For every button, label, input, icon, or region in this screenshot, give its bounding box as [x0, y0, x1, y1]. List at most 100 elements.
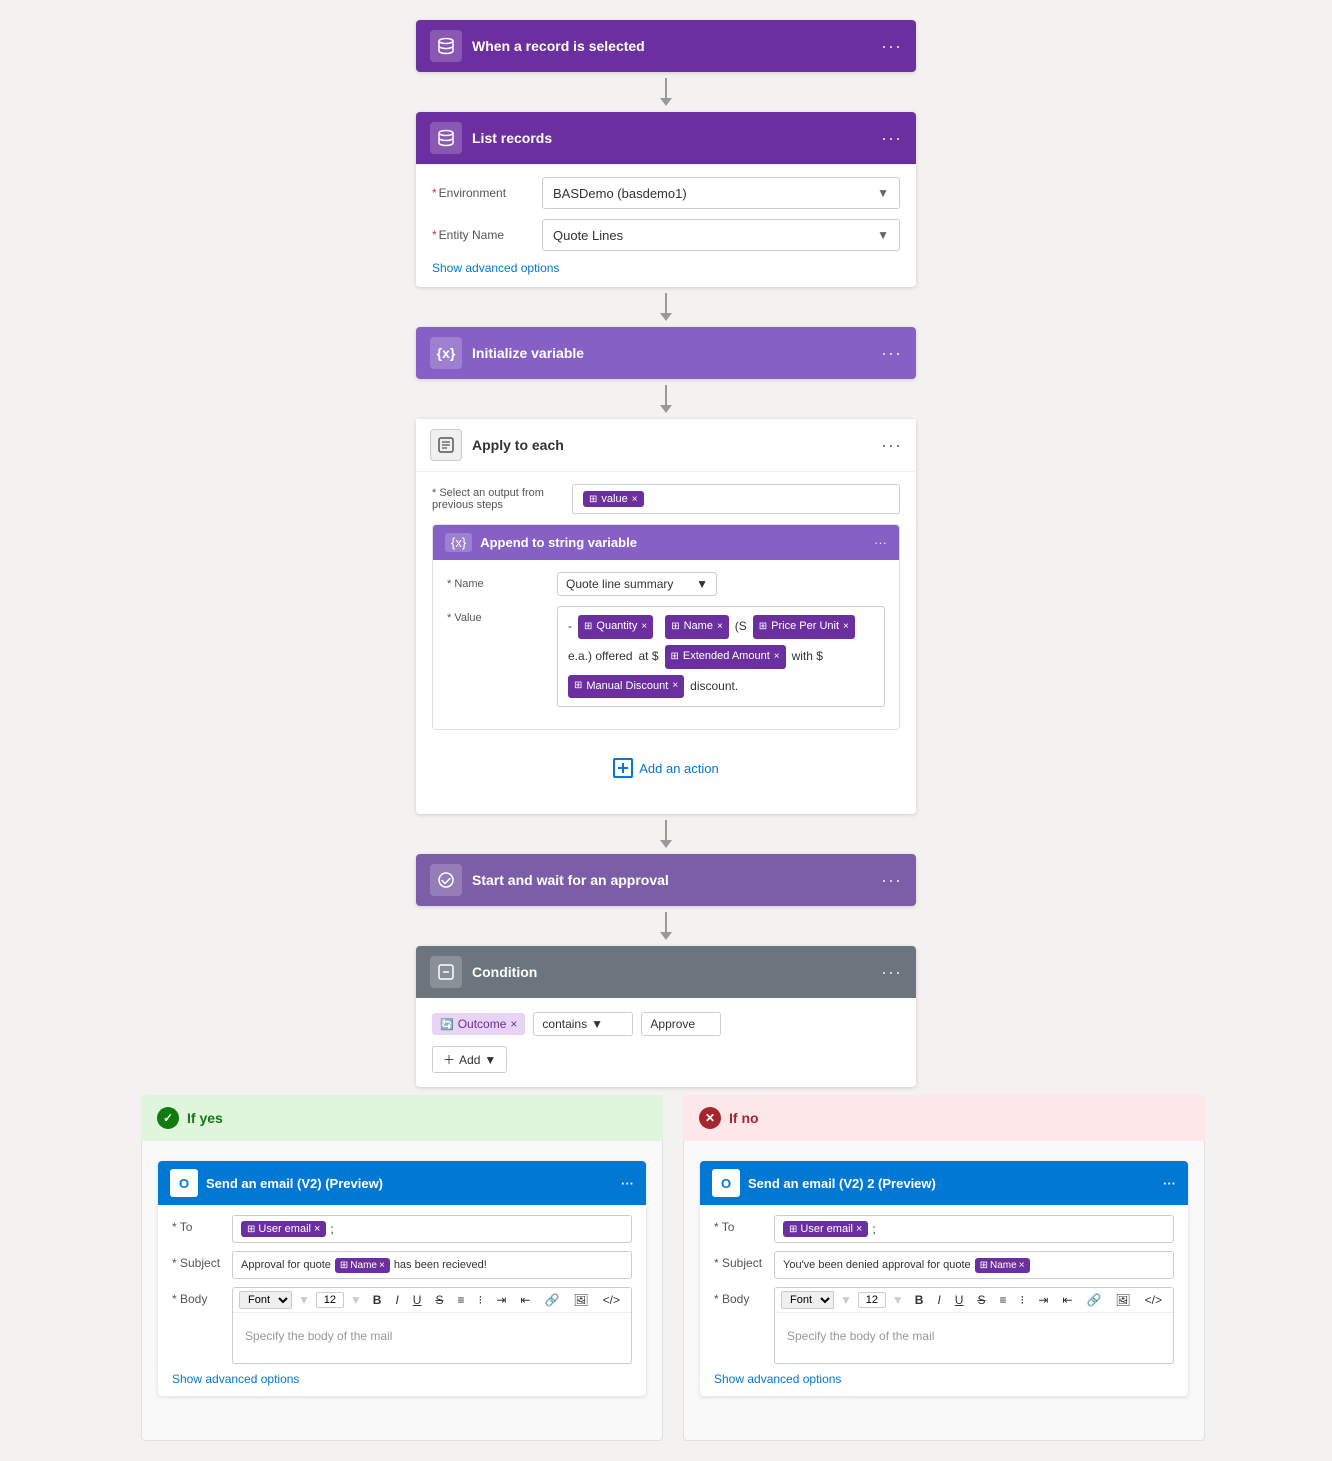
email-yes-icon: O — [170, 1169, 198, 1197]
bold-btn-yes[interactable]: B — [368, 1291, 387, 1309]
add-condition-button[interactable]: ＋ Add ▼ — [432, 1046, 507, 1073]
bullet-btn-yes[interactable]: ≡ — [452, 1291, 469, 1309]
outcome-chip-close[interactable]: × — [510, 1017, 517, 1031]
condition-menu[interactable]: ··· — [881, 962, 902, 983]
operator-arrow: ▼ — [591, 1017, 603, 1031]
trigger-title: When a record is selected — [472, 38, 881, 54]
add-action-icon — [613, 758, 633, 778]
environment-dropdown[interactable]: BASDemo (basdemo1) ▼ — [542, 177, 900, 209]
subject-field-yes[interactable]: Approval for quote ⊞ Name × has been rec… — [232, 1251, 632, 1279]
to-field-no[interactable]: ⊞ User email × ; — [774, 1215, 1174, 1243]
entity-dropdown-arrow: ▼ — [877, 228, 889, 242]
no-label: If no — [729, 1110, 759, 1126]
underline-btn-no[interactable]: U — [950, 1291, 969, 1309]
user-email-close-no[interactable]: × — [856, 1223, 862, 1235]
subject-field-no[interactable]: You've been denied approval for quote ⊞ … — [774, 1251, 1174, 1279]
append-icon: {x} — [445, 533, 472, 552]
strikethrough-btn-yes[interactable]: S — [430, 1291, 448, 1309]
show-advanced-no[interactable]: Show advanced options — [714, 1372, 1174, 1386]
indent-btn-yes[interactable]: ⇥ — [491, 1291, 511, 1309]
code-btn-no[interactable]: </> — [1140, 1291, 1167, 1309]
numbered-btn-yes[interactable]: ⁝ — [474, 1291, 488, 1309]
body-label-yes: * Body — [172, 1287, 232, 1306]
apply-each-title: Apply to each — [472, 437, 881, 453]
apply-each-container: Apply to each ··· * Select an output fro… — [416, 419, 916, 814]
underline-btn-yes[interactable]: U — [408, 1291, 427, 1309]
outdent-btn-yes[interactable]: ⇤ — [515, 1291, 535, 1309]
add-dropdown-arrow: ▼ — [484, 1053, 496, 1067]
operator-select[interactable]: contains ▼ — [533, 1012, 633, 1036]
img-btn-no[interactable]: 🖼 — [1110, 1291, 1135, 1309]
font-select-yes[interactable]: Font — [239, 1291, 292, 1309]
email-yes-card: O Send an email (V2) (Preview) ··· * To … — [158, 1161, 646, 1396]
arrow-5 — [660, 912, 672, 940]
name-dropdown[interactable]: Quote line summary ▼ — [557, 572, 717, 596]
user-email-chip-yes: ⊞ User email × — [241, 1221, 326, 1237]
value-chip-close[interactable]: × — [632, 494, 638, 505]
add-action-button[interactable]: Add an action — [613, 758, 719, 778]
approval-card: Start and wait for an approval ··· — [416, 854, 916, 906]
show-advanced-link[interactable]: Show advanced options — [432, 261, 900, 275]
condition-icon — [430, 956, 462, 988]
body-area-no[interactable]: Specify the body of the mail — [775, 1313, 1173, 1363]
link-btn-no[interactable]: 🔗 — [1081, 1291, 1106, 1309]
email-yes-menu[interactable]: ··· — [621, 1176, 634, 1191]
list-records-icon — [430, 122, 462, 154]
select-output-label: * Select an output from previous steps — [432, 487, 572, 511]
italic-btn-no[interactable]: I — [932, 1291, 945, 1309]
indent-btn-no[interactable]: ⇥ — [1033, 1291, 1053, 1309]
condition-card: Condition ··· 🔄 Outcome × contains ▼ App… — [416, 946, 916, 1087]
condition-title: Condition — [472, 964, 881, 980]
value-field[interactable]: - ⊞Quantity× ⊞Name× (S ⊞Price Per Unit× … — [557, 606, 885, 707]
toolbar-yes: Font ▼ ▼ B I U S ≡ — [233, 1288, 631, 1313]
user-email-close-yes[interactable]: × — [314, 1223, 320, 1235]
add-icon: ＋ — [443, 1051, 455, 1068]
entity-label: *Entity Name — [432, 228, 542, 242]
condition-value-input[interactable]: Approve — [641, 1012, 721, 1036]
font-size-no[interactable] — [858, 1292, 886, 1308]
outdent-btn-no[interactable]: ⇤ — [1057, 1291, 1077, 1309]
list-records-card: List records ··· *Environment BASDemo (b… — [416, 112, 916, 287]
show-advanced-yes[interactable]: Show advanced options — [172, 1372, 632, 1386]
append-menu[interactable]: ··· — [874, 535, 887, 550]
arrow-2 — [660, 293, 672, 321]
value-chip-icon: ⊞ — [589, 494, 597, 505]
numbered-btn-no[interactable]: ⁝ — [1016, 1291, 1030, 1309]
append-title: Append to string variable — [480, 535, 874, 550]
bullet-btn-no[interactable]: ≡ — [994, 1291, 1011, 1309]
strikethrough-btn-no[interactable]: S — [972, 1291, 990, 1309]
apply-each-menu[interactable]: ··· — [881, 435, 902, 456]
subject-name-chip-no: ⊞ Name × — [975, 1258, 1030, 1273]
approval-menu[interactable]: ··· — [881, 870, 902, 891]
bold-btn-no[interactable]: B — [910, 1291, 929, 1309]
list-records-title: List records — [472, 130, 881, 146]
to-field-yes[interactable]: ⊞ User email × ; — [232, 1215, 632, 1243]
link-btn-yes[interactable]: 🔗 — [539, 1291, 564, 1309]
body-area-yes[interactable]: Specify the body of the mail — [233, 1313, 631, 1363]
yes-branch: ✓ If yes O Send an email (V2) (Preview) … — [141, 1095, 663, 1441]
outcome-chip: 🔄 Outcome × — [432, 1013, 525, 1035]
yes-icon: ✓ — [157, 1107, 179, 1129]
name-label: * Name — [447, 578, 557, 590]
value-chip: ⊞ value × — [583, 491, 644, 507]
to-label-yes: * To — [172, 1215, 232, 1234]
init-var-title: Initialize variable — [472, 345, 881, 361]
trigger-menu[interactable]: ··· — [881, 36, 902, 57]
img-btn-yes[interactable]: 🖼 — [568, 1291, 593, 1309]
trigger-card: When a record is selected ··· — [416, 20, 916, 72]
manual-discount-chip: ⊞Manual Discount× — [568, 675, 684, 699]
approval-title: Start and wait for an approval — [472, 872, 881, 888]
email-no-card: O Send an email (V2) 2 (Preview) ··· * T… — [700, 1161, 1188, 1396]
yes-label: If yes — [187, 1110, 223, 1126]
list-records-menu[interactable]: ··· — [881, 128, 902, 149]
email-no-menu[interactable]: ··· — [1163, 1176, 1176, 1191]
subject-label-no: * Subject — [714, 1251, 774, 1270]
font-size-yes[interactable] — [316, 1292, 344, 1308]
code-btn-yes[interactable]: </> — [598, 1291, 625, 1309]
email-no-icon: O — [712, 1169, 740, 1197]
italic-btn-yes[interactable]: I — [390, 1291, 403, 1309]
init-var-menu[interactable]: ··· — [881, 343, 902, 364]
arrow-4 — [660, 820, 672, 848]
font-select-no[interactable]: Font — [781, 1291, 834, 1309]
entity-dropdown[interactable]: Quote Lines ▼ — [542, 219, 900, 251]
